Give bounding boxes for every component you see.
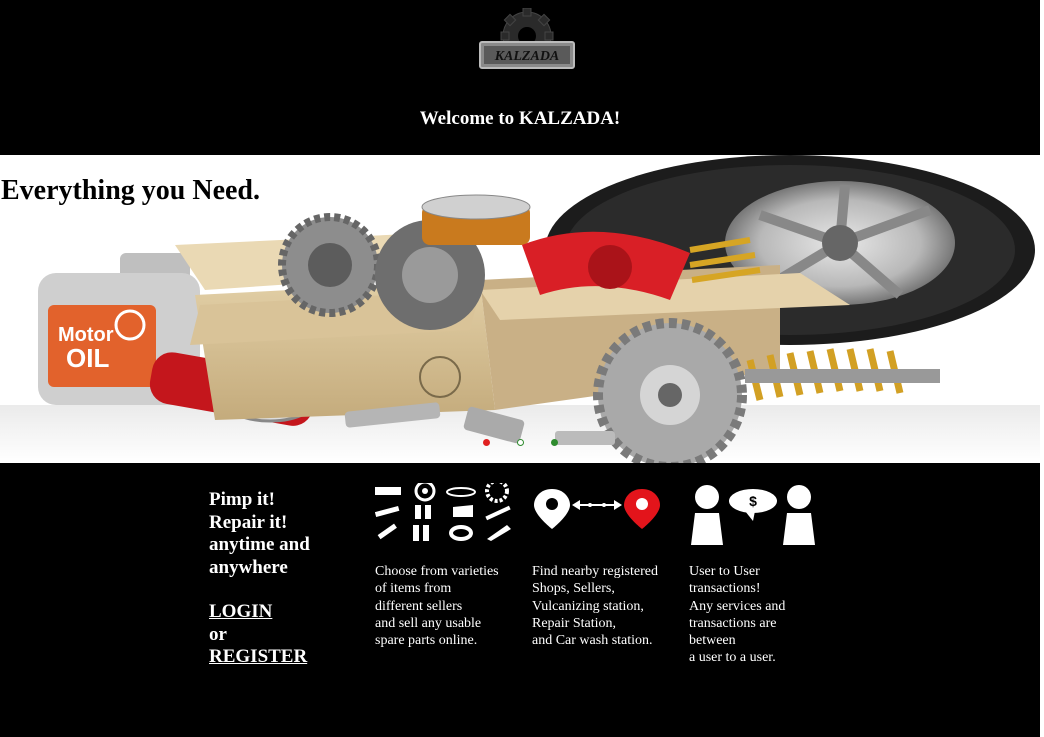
parts-grid-icon: [374, 479, 525, 553]
cta-line-3: anytime and: [209, 534, 310, 555]
header: KALZADA Welcome to KALZADA!: [0, 0, 1040, 155]
user-transaction-icon: $: [689, 483, 839, 553]
features-section: Pimp it! Repair it! anytime and anywhere…: [0, 463, 1040, 737]
login-link[interactable]: LOGIN: [209, 601, 359, 624]
carousel-dot-2[interactable]: [517, 439, 524, 446]
or-text: or: [209, 623, 227, 645]
carousel-dot-3[interactable]: [551, 439, 558, 446]
hero-tagline: Everything you Need.: [1, 175, 260, 206]
carousel-dot-1[interactable]: [483, 439, 490, 446]
cta-line-2: Repair it!: [209, 511, 288, 533]
feature-user-transactions: $ User to User transactions! Any service…: [689, 483, 839, 667]
logo-text: KALZADA: [494, 49, 560, 64]
kalzada-logo[interactable]: KALZADA: [470, 7, 582, 74]
feature-text: Choose from varieties of items from diff…: [375, 564, 499, 649]
feature-text: User to User transactions! Any services …: [689, 564, 786, 666]
feature-text: Find nearby registered Shops, Sellers, V…: [532, 564, 658, 649]
cta-block: Pimp it! Repair it! anytime and anywhere…: [209, 489, 359, 669]
hero-banner: Motor OIL Everything you Need.: [0, 155, 1040, 463]
welcome-heading: Welcome to KALZADA!: [419, 108, 621, 129]
register-link[interactable]: REGISTER: [209, 646, 359, 669]
cta-line-1: Pimp it!: [209, 489, 275, 510]
cta-line-4: anywhere: [209, 556, 288, 578]
location-route-icon: [532, 483, 682, 553]
svg-text:$: $: [749, 493, 757, 509]
svg-text:OIL: OIL: [66, 343, 109, 373]
feature-parts: Choose from varieties of items from diff…: [374, 479, 525, 649]
feature-locations: Find nearby registered Shops, Sellers, V…: [532, 483, 682, 649]
scrollbar-edge: [1040, 0, 1044, 737]
